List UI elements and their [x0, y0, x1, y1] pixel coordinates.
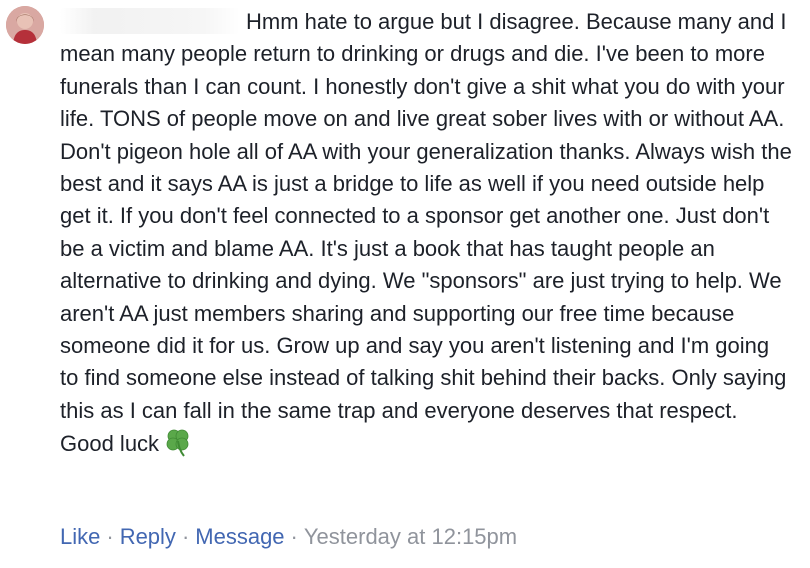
separator-dot: ·: [106, 524, 114, 549]
comment: Hmm hate to argue but I disagree. Becaus…: [0, 0, 810, 568]
comment-text: Hmm hate to argue but I disagree. Becaus…: [60, 9, 792, 457]
comment-body: Hmm hate to argue but I disagree. Becaus…: [60, 6, 792, 461]
four-leaf-clover-icon: [163, 427, 193, 457]
timestamp[interactable]: Yesterday at 12:15pm: [304, 524, 517, 549]
like-link[interactable]: Like: [60, 524, 100, 549]
reply-link[interactable]: Reply: [120, 524, 176, 549]
comment-actions: Like · Reply · Message · Yesterday at 12:15pm: [60, 522, 517, 552]
message-link[interactable]: Message: [195, 524, 284, 549]
separator-dot: ·: [290, 524, 298, 549]
separator-dot: ·: [181, 524, 190, 549]
avatar-image: [6, 6, 44, 44]
author-name-spacer: [60, 28, 246, 29]
avatar[interactable]: [6, 6, 44, 44]
